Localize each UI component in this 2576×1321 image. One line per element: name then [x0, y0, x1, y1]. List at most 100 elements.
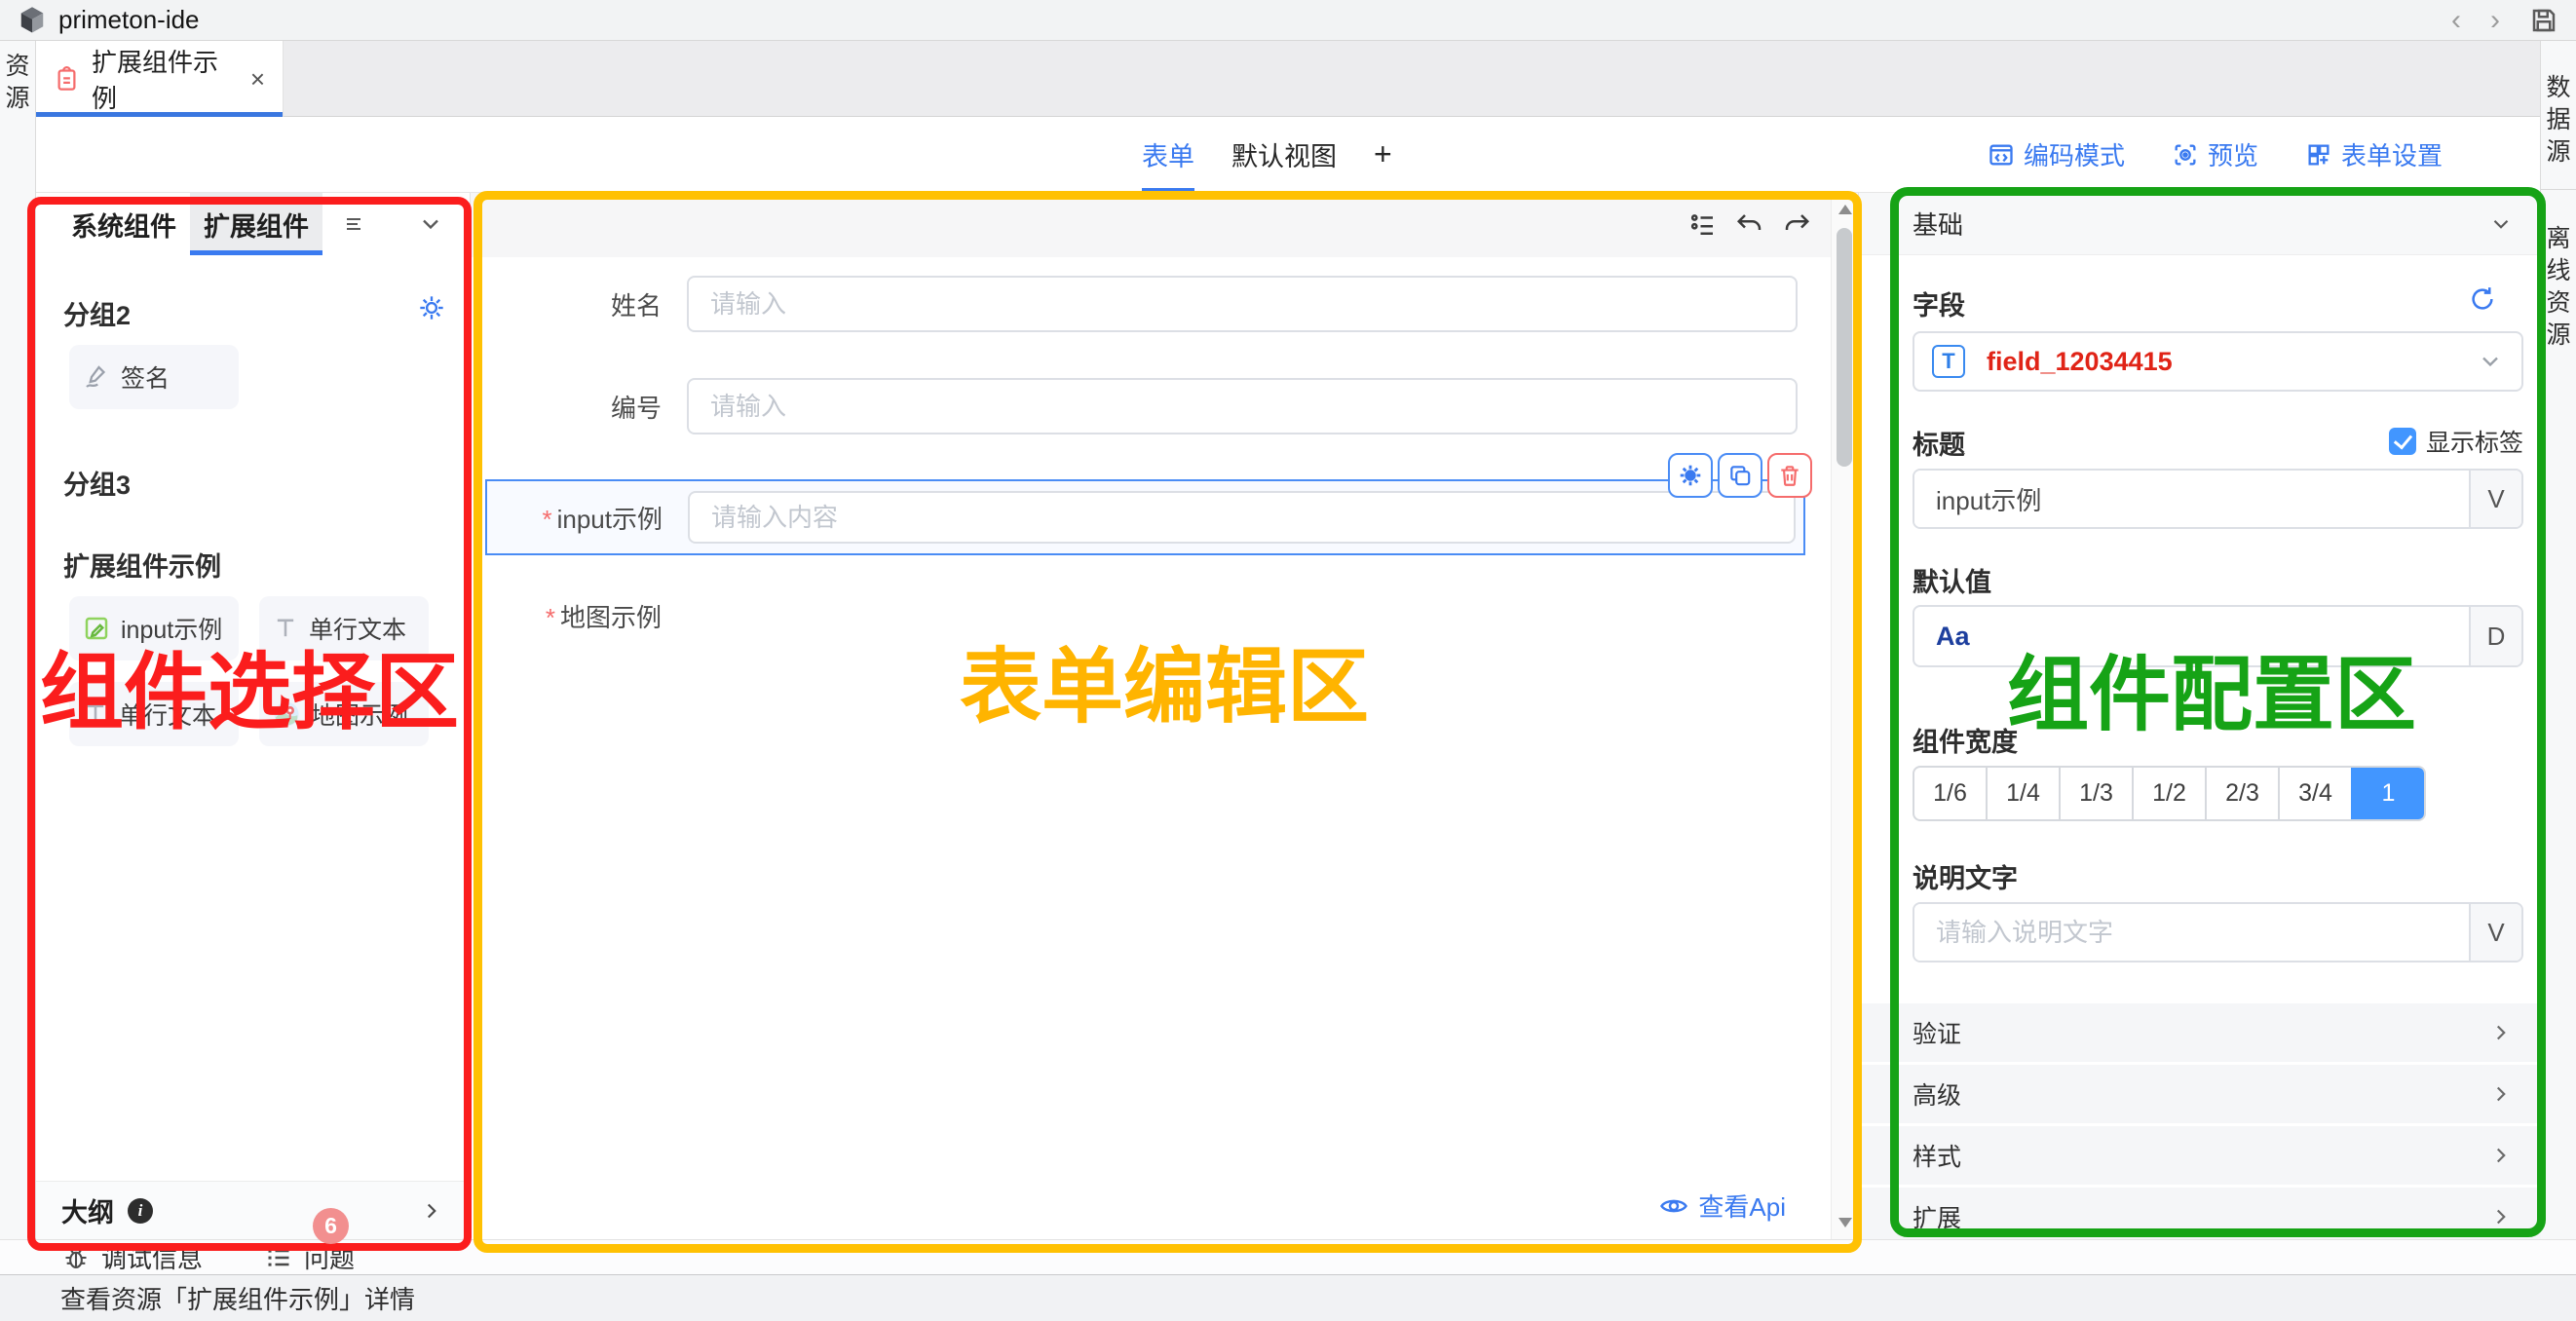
nav-forward-button[interactable]: ›: [2490, 6, 2500, 35]
add-view-button[interactable]: +: [1374, 117, 1392, 192]
width-option[interactable]: 3/4: [2278, 768, 2351, 819]
section-style[interactable]: 样式: [1859, 1126, 2541, 1185]
document-tab-bar: 扩展组件示例 ×: [36, 41, 2540, 117]
view-api-link[interactable]: 查看Api: [1659, 1188, 1786, 1224]
scroll-up-arrow[interactable]: [1838, 205, 1852, 214]
bottom-bar: 调试信息 问题: [0, 1239, 2576, 1274]
nav-back-button[interactable]: ‹: [2451, 6, 2461, 35]
refresh-icon[interactable]: [2468, 284, 2497, 314]
toolbar-actions: 编码模式 预览 表单设置: [1988, 117, 2443, 192]
section-advanced[interactable]: 高级: [1859, 1065, 2541, 1123]
problems-button[interactable]: 问题: [265, 1239, 355, 1275]
code-mode-button[interactable]: 编码模式: [1988, 136, 2125, 172]
default-value-text[interactable]: Aa: [1914, 607, 2469, 665]
component-item-signature[interactable]: 签名: [69, 345, 239, 409]
component-item-input-demo[interactable]: input示例: [69, 596, 239, 660]
problems-count-badge: 6: [313, 1208, 349, 1244]
form-row-input-demo-selected[interactable]: *input示例: [485, 479, 1805, 555]
width-option[interactable]: 1/3: [2059, 768, 2132, 819]
data-addon-button[interactable]: D: [2469, 607, 2521, 665]
offline-resources-strip[interactable]: 离线资源: [2541, 190, 2576, 352]
form-row-name[interactable]: 姓名: [486, 276, 1798, 332]
width-option[interactable]: 1/2: [2132, 768, 2205, 819]
component-item-single-text[interactable]: 单行文本: [259, 596, 429, 660]
width-option[interactable]: 1/4: [1986, 768, 2059, 819]
scrollbar-thumb[interactable]: [1837, 228, 1852, 467]
form-settings-button[interactable]: 表单设置: [2305, 136, 2443, 172]
width-section-label: 组件宽度: [1913, 721, 2018, 759]
required-asterisk: *: [542, 505, 551, 534]
tab-close-icon[interactable]: ×: [250, 64, 265, 94]
section-extension[interactable]: 扩展: [1859, 1188, 2541, 1239]
canvas-tools: [1688, 193, 1811, 257]
trash-icon: [1777, 463, 1802, 488]
field-label: 编号: [486, 389, 687, 425]
name-input[interactable]: [687, 276, 1798, 332]
canvas-header: [471, 193, 1858, 257]
tab-default-view[interactable]: 默认视图: [1231, 117, 1337, 192]
component-item-map-demo[interactable]: 地图示例: [259, 682, 429, 746]
datasource-strip[interactable]: 数据源: [2541, 41, 2576, 190]
description-input[interactable]: [1914, 904, 2469, 961]
field-select[interactable]: T field_12034415: [1913, 331, 2523, 392]
right-strip: 数据源 离线资源: [2540, 41, 2576, 1239]
tab-extension-components[interactable]: 扩展组件: [190, 193, 322, 255]
group-title[interactable]: 扩展组件示例: [63, 546, 221, 584]
width-option[interactable]: 1/6: [1914, 768, 1986, 819]
form-canvas: 姓名 编号 *input示例 *地图示例 查看Api: [471, 193, 1858, 1239]
section-validation[interactable]: 验证: [1859, 1003, 2541, 1062]
form-row-code[interactable]: 编号: [486, 378, 1798, 434]
group-settings-gear-icon[interactable]: [418, 294, 445, 321]
row-duplicate-button[interactable]: [1718, 453, 1762, 498]
undo-icon[interactable]: [1735, 210, 1764, 240]
code-input[interactable]: [687, 378, 1798, 434]
document-tab-label: 扩展组件示例: [92, 43, 233, 115]
chevron-right-icon: [2488, 1081, 2514, 1107]
resources-strip[interactable]: 资源: [0, 41, 36, 1239]
field-type-badge: T: [1932, 345, 1965, 378]
checkbox-checked-icon[interactable]: [2389, 428, 2416, 455]
list-icon: [265, 1244, 292, 1271]
copy-icon: [1727, 463, 1753, 488]
debug-info-button[interactable]: 调试信息: [62, 1239, 203, 1275]
chevron-right-icon: [2488, 1143, 2514, 1168]
panel-collapse-icon[interactable]: [417, 210, 444, 238]
outline-label: 大纲: [61, 1191, 114, 1229]
form-row-map-demo[interactable]: *地图示例: [486, 598, 687, 634]
outline-tree-icon[interactable]: [1688, 210, 1718, 240]
save-icon[interactable]: [2529, 6, 2558, 35]
section-basic-header[interactable]: 基础: [1859, 193, 2541, 255]
outline-footer[interactable]: 大纲 i: [36, 1181, 470, 1239]
preview-button[interactable]: 预览: [2172, 136, 2258, 172]
default-value-input-group: Aa D: [1913, 605, 2523, 667]
canvas-scrollbar[interactable]: [1831, 193, 1858, 1239]
show-label-option[interactable]: 显示标签: [2389, 424, 2523, 459]
eye-icon: [1659, 1191, 1688, 1221]
title-input[interactable]: [1914, 471, 2469, 527]
field-label: 姓名: [486, 286, 687, 322]
input-demo-input[interactable]: [688, 491, 1796, 544]
component-item-single-text[interactable]: 单行文本: [69, 682, 239, 746]
scroll-down-arrow[interactable]: [1838, 1218, 1852, 1227]
document-tab[interactable]: 扩展组件示例 ×: [36, 41, 284, 117]
field-label: *input示例: [487, 500, 688, 536]
panel-menu-icon[interactable]: [342, 212, 365, 236]
width-option[interactable]: 2/3: [2205, 768, 2278, 819]
tab-form[interactable]: 表单: [1142, 117, 1194, 192]
chevron-right-icon: [2488, 1020, 2514, 1045]
component-panel: 系统组件 扩展组件 分组2 签名 分组3 扩展组件示例 input示例 单行文本: [36, 193, 471, 1239]
redo-icon[interactable]: [1782, 210, 1811, 240]
width-option-selected[interactable]: 1: [2351, 768, 2424, 819]
description-section-label: 说明文字: [1913, 857, 2018, 895]
variable-addon-button[interactable]: V: [2469, 904, 2521, 961]
tab-system-components[interactable]: 系统组件: [57, 193, 190, 255]
row-delete-button[interactable]: [1767, 453, 1812, 498]
row-settings-button[interactable]: [1668, 453, 1713, 498]
title-input-group: V: [1913, 469, 2523, 529]
chevron-right-icon[interactable]: [419, 1198, 444, 1224]
group-title[interactable]: 分组2: [63, 294, 131, 332]
group-title[interactable]: 分组3: [63, 464, 131, 502]
variable-addon-button[interactable]: V: [2469, 471, 2521, 527]
status-text: 查看资源「扩展组件示例」详情: [60, 1280, 415, 1316]
preview-icon: [2172, 141, 2199, 169]
